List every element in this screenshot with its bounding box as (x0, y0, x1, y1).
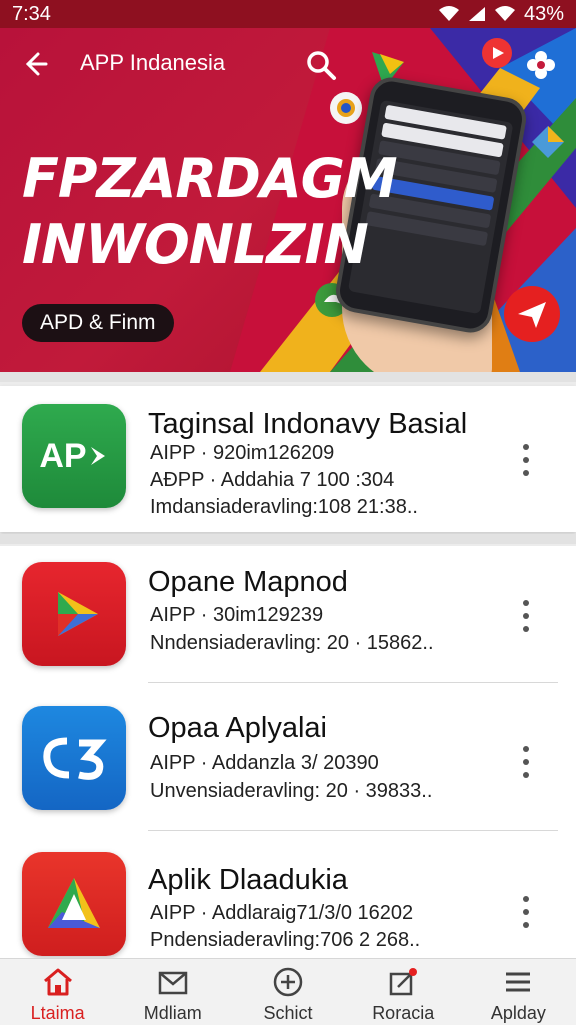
app-name: Opaa Aplyalai (148, 712, 327, 744)
app-name: Taginsal Indonavy Basial (148, 408, 468, 440)
menu-list-icon (506, 972, 531, 992)
nav-label: Roracia (372, 1003, 435, 1023)
home-icon (43, 968, 72, 996)
app-meta-line: AIPP · Addlaraig71/3/0 16202 (150, 902, 414, 924)
app-icon-triangle (22, 852, 126, 956)
app-name: Opane Mapnod (148, 566, 348, 598)
nav-item-edit[interactable]: Roracia (346, 959, 461, 1025)
app-meta-line: Nndensiaderavling: 20 · 15862.. (150, 632, 434, 654)
nav-item-add[interactable]: Schict (230, 959, 345, 1025)
app-meta-line: AIPP · 920im126209 (150, 442, 335, 464)
app-glyph-icon (43, 737, 107, 780)
nav-label: Mdliam (143, 1003, 202, 1023)
back-arrow-icon[interactable] (18, 48, 50, 80)
mail-icon (158, 971, 188, 995)
nav-label: Ltaima (30, 1003, 85, 1023)
arrow-icon (90, 447, 105, 465)
more-options-icon[interactable] (514, 600, 538, 632)
nav-label: Aplday (490, 1003, 546, 1023)
signal-icon (468, 7, 485, 21)
app-list-item[interactable]: AP Taginsal Indonavy Basial AIPP · 920im… (0, 386, 576, 532)
app-bar: APP Indanesia (0, 28, 576, 100)
app-meta-line: Unvensiaderavling: 20 · 39833.. (150, 780, 433, 802)
more-options-icon[interactable] (514, 746, 538, 778)
bottom-navigation: Ltaima Mdliam Schict Roracia Aplday (0, 958, 576, 1025)
app-icon-blue (22, 706, 126, 810)
list-divider (148, 682, 558, 683)
page-title: APP Indanesia (80, 50, 226, 75)
send-bubble-icon (504, 286, 560, 342)
nav-item-mail[interactable]: Mdliam (115, 959, 230, 1025)
wifi-icon (438, 6, 459, 21)
list-divider (148, 830, 558, 831)
app-meta-line: Pndensiaderavling:706 2 268.. (150, 929, 421, 951)
edit-notification-icon (389, 968, 418, 996)
app-meta-line: Imdansiaderavling:108 21:38.. (150, 496, 418, 518)
app-list: Opane Mapnod AIPP · 30im129239 Nndensiad… (0, 546, 576, 958)
add-circle-icon (273, 967, 303, 997)
banner-pill-button[interactable]: APD & Finm (22, 304, 174, 342)
section-separator (0, 534, 576, 544)
more-options-icon[interactable] (514, 444, 538, 476)
app-meta-line: AÐPP · Addahia 7 100 :304 (150, 469, 395, 491)
search-icon[interactable] (304, 48, 338, 82)
headline-line-1: FPZARDAGM (22, 147, 398, 210)
play-triangle-icon (58, 592, 98, 636)
nav-item-menu[interactable]: Aplday (461, 959, 576, 1025)
section-separator (0, 372, 576, 382)
nav-label: Schict (263, 1003, 313, 1023)
app-icon-ap: AP (22, 404, 126, 508)
status-time: 7:34 (12, 2, 51, 25)
app-icon-play (22, 562, 126, 666)
banner-headline: FPZARDAGM INWONLZIN (22, 146, 398, 278)
app-name: Aplik Dlaadukia (148, 864, 348, 896)
hero-banner: APP Indanesia FPZARDAGM INWONLZIN APD & … (0, 28, 576, 372)
gem-icon (532, 126, 564, 158)
app-meta-line: AIPP · Addanzla 3/ 20390 (150, 752, 379, 774)
headline-line-2: INWONLZIN (22, 213, 369, 276)
wifi-icon-2 (494, 6, 515, 21)
status-bar: 7:34 43% (0, 0, 576, 28)
more-options-icon[interactable] (514, 896, 538, 928)
nav-item-home[interactable]: Ltaima (0, 959, 115, 1025)
app-meta-line: AIPP · 30im129239 (150, 604, 324, 626)
triangle-logo-icon (48, 878, 100, 928)
battery-percent: 43% (523, 2, 564, 25)
settings-flower-icon[interactable] (524, 48, 558, 82)
